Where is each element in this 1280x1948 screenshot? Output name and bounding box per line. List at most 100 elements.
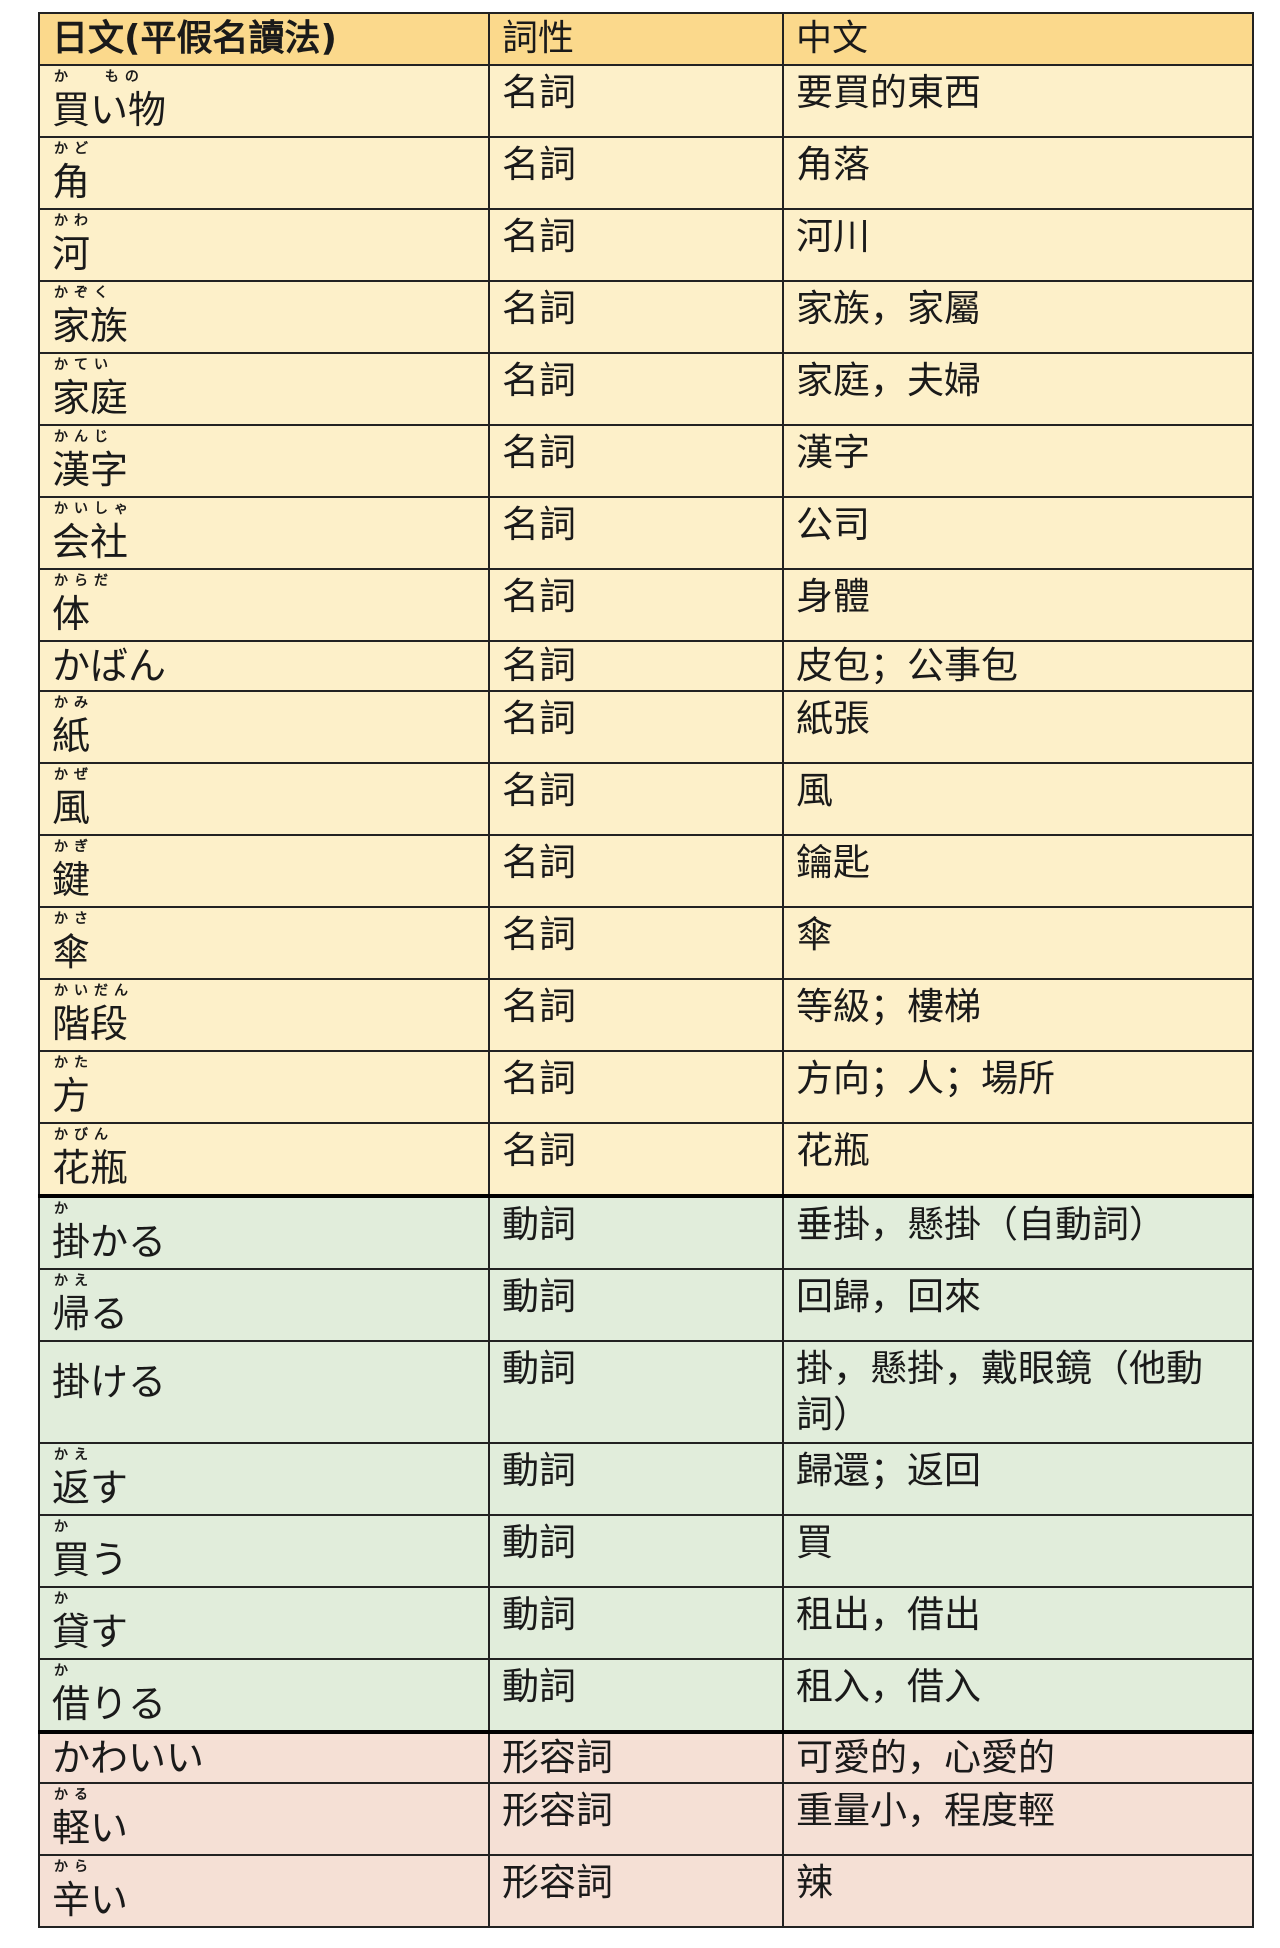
japanese-word: かばん [52, 644, 167, 688]
table-row: からだ体 名詞 身體 [38, 568, 1254, 642]
japanese-cell: かぞく 家族 [38, 280, 490, 354]
table-row: かど角 名詞 角落 [38, 136, 1254, 210]
pos-cell: 名詞 [488, 136, 784, 210]
chinese-meaning: 角落 [796, 143, 870, 186]
japanese-word: 傘 [52, 930, 91, 974]
japanese-cell: かみ紙 [38, 690, 490, 764]
table-row: か借りる 動詞 租入，借入 [38, 1658, 1254, 1733]
japanese-word: 軽い [52, 1806, 129, 1850]
furigana: かんじ [54, 429, 114, 445]
chinese-meaning: 河川 [796, 215, 870, 258]
part-of-speech: 名詞 [502, 287, 576, 330]
chinese-meaning: 回歸，回來 [796, 1275, 981, 1318]
meaning-cell: 傘 [782, 906, 1254, 980]
japanese-cell: かる 軽い [38, 1782, 490, 1856]
pos-cell: 動詞 [488, 1514, 784, 1588]
japanese-word: かわいい [52, 1736, 205, 1780]
meaning-cell: 回歸，回來 [782, 1268, 1254, 1342]
chinese-meaning: 公司 [796, 503, 870, 546]
part-of-speech: 形容詞 [502, 1736, 613, 1779]
pos-cell: 名詞 [488, 690, 784, 764]
furigana: かびん [54, 1127, 114, 1143]
japanese-word: 角 [52, 160, 91, 204]
part-of-speech: 名詞 [502, 359, 576, 402]
meaning-cell: 鑰匙 [782, 834, 1254, 908]
pos-cell: 名詞 [488, 1122, 784, 1197]
table-row: かわいい 形容詞 可愛的，心愛的 [38, 1730, 1254, 1784]
pos-cell: 名詞 [488, 762, 784, 836]
japanese-word: 家庭 [52, 376, 129, 420]
meaning-cell: 漢字 [782, 424, 1254, 498]
meaning-cell: 風 [782, 762, 1254, 836]
pos-cell: 動詞 [488, 1442, 784, 1516]
pos-cell: 名詞 [488, 424, 784, 498]
furigana: かえ [54, 1273, 94, 1289]
part-of-speech: 動詞 [502, 1203, 576, 1246]
japanese-word: 漢字 [52, 448, 129, 492]
part-of-speech: 動詞 [502, 1521, 576, 1564]
furigana: かた [54, 1055, 94, 1071]
chinese-meaning: 歸還；返回 [796, 1449, 981, 1492]
furigana: かぞく [54, 285, 114, 301]
chinese-meaning: 皮包；公事包 [796, 644, 1018, 687]
part-of-speech: 動詞 [502, 1347, 576, 1390]
meaning-cell: 等級；樓梯 [782, 978, 1254, 1052]
chinese-meaning: 辣 [796, 1861, 833, 1904]
pos-cell: 形容詞 [488, 1854, 784, 1928]
meaning-cell: 紙張 [782, 690, 1254, 764]
japanese-cell: か借りる [38, 1658, 490, 1733]
japanese-word: 風 [52, 786, 91, 830]
meaning-cell: 掛，懸掛，戴眼鏡（他動詞） [782, 1340, 1254, 1444]
japanese-word: 体 [52, 592, 91, 636]
table-row: か買う 動詞 買 [38, 1514, 1254, 1588]
furigana: か [54, 1591, 74, 1607]
meaning-cell: 租出，借出 [782, 1586, 1254, 1660]
meaning-cell: 家庭，夫婦 [782, 352, 1254, 426]
part-of-speech: 名詞 [502, 644, 576, 687]
meaning-cell: 垂掛，懸掛（自動詞） [782, 1194, 1254, 1270]
japanese-word: 掛ける [52, 1360, 167, 1404]
chinese-meaning: 漢字 [796, 431, 870, 474]
pos-cell: 名詞 [488, 280, 784, 354]
chinese-meaning: 花瓶 [796, 1129, 870, 1172]
part-of-speech: 動詞 [502, 1593, 576, 1636]
part-of-speech: 名詞 [502, 215, 576, 258]
japanese-cell: かぜ風 [38, 762, 490, 836]
meaning-cell: 河川 [782, 208, 1254, 282]
pos-cell: 動詞 [488, 1658, 784, 1733]
pos-cell: 動詞 [488, 1586, 784, 1660]
furigana: かいしゃ [54, 501, 134, 517]
part-of-speech: 名詞 [502, 841, 576, 884]
meaning-cell: 花瓶 [782, 1122, 1254, 1197]
part-of-speech: 形容詞 [502, 1861, 613, 1904]
table-row: か もの 買い物 名詞 要買的東西 [38, 64, 1254, 138]
table-row: かた方 名詞 方向；人；場所 [38, 1050, 1254, 1124]
table-row: かみ紙 名詞 紙張 [38, 690, 1254, 764]
pos-cell: 動詞 [488, 1268, 784, 1342]
table-row: かぞく 家族 名詞 家族，家屬 [38, 280, 1254, 354]
japanese-word: 掛かる [52, 1220, 167, 1264]
japanese-cell: か貸す [38, 1586, 490, 1660]
table-row: かぎ鍵 名詞 鑰匙 [38, 834, 1254, 908]
table-row: かえ 返す 動詞 歸還；返回 [38, 1442, 1254, 1516]
chinese-meaning: 重量小，程度輕 [796, 1789, 1055, 1832]
chinese-meaning: 租入，借入 [796, 1665, 981, 1708]
japanese-word: 辛い [52, 1878, 129, 1922]
japanese-cell: かえ 返す [38, 1442, 490, 1516]
part-of-speech: 動詞 [502, 1275, 576, 1318]
pos-cell: 名詞 [488, 1050, 784, 1124]
part-of-speech: 名詞 [502, 1129, 576, 1172]
japanese-cell: かさ傘 [38, 906, 490, 980]
chinese-meaning: 紙張 [796, 697, 870, 740]
japanese-word: 紙 [52, 714, 91, 758]
japanese-cell: かた方 [38, 1050, 490, 1124]
chinese-meaning: 買 [796, 1521, 833, 1564]
furigana: かえ [54, 1447, 94, 1463]
japanese-word: 買い物 [52, 88, 167, 132]
japanese-cell: からだ体 [38, 568, 490, 642]
part-of-speech: 名詞 [502, 697, 576, 740]
furigana: か [54, 1519, 74, 1535]
table-row: かんじ 漢字 名詞 漢字 [38, 424, 1254, 498]
table-row: から 辛い 形容詞 辣 [38, 1854, 1254, 1928]
japanese-cell: か もの 買い物 [38, 64, 490, 138]
